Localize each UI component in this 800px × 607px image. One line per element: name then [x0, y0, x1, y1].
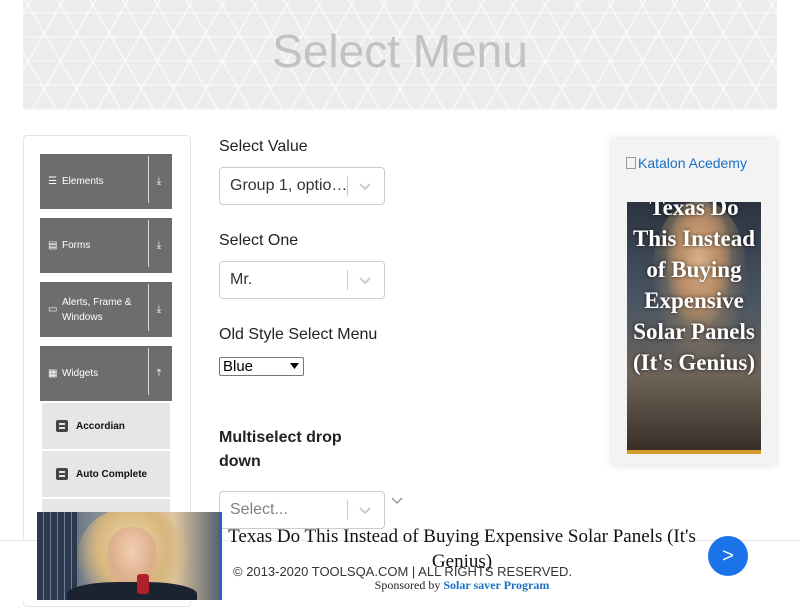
doc-icon: [56, 468, 68, 480]
bottom-ad-headline[interactable]: Texas Do This Instead of Buying Expensiv…: [227, 524, 697, 574]
broken-image-icon: [626, 157, 636, 169]
sidebar-group-label: Widgets: [62, 368, 99, 379]
download-icon[interactable]: ⤓: [149, 154, 169, 209]
sidebar-item-accordian[interactable]: Accordian: [42, 403, 170, 449]
multiselect-label: Multiselect drop down: [219, 429, 342, 470]
ad-image[interactable]: Texas Do This Instead of Buying Expensiv…: [627, 202, 761, 454]
old-style-select-value: Blue: [223, 358, 254, 375]
sidebar-group-label: Forms: [62, 240, 91, 251]
doc-icon: [56, 420, 68, 432]
sidebar-group-forms[interactable]: ▤ Forms ⤓: [40, 218, 172, 273]
ad-link[interactable]: Katalon Acedemy: [626, 155, 747, 171]
bottom-sticky-ad[interactable]: Texas Do This Instead of Buying Expensiv…: [37, 512, 800, 600]
sponsor-brand-link[interactable]: Solar saver Program: [443, 578, 549, 592]
select-one-label: Select One: [219, 232, 299, 249]
old-style-select[interactable]: Blue: [219, 357, 304, 376]
sidebar-group-label: Elements: [62, 176, 104, 187]
divider: [347, 176, 348, 196]
select-one-dropdown[interactable]: Mr.: [219, 261, 385, 299]
window-icon: ▭: [48, 304, 58, 315]
sidebar-group-elements[interactable]: ☰ Elements ⤓: [40, 154, 172, 209]
chevron-down-icon: [290, 363, 299, 369]
list-icon: ☰: [48, 176, 57, 187]
ad-thumbnail-microphone: [137, 574, 149, 594]
download-icon[interactable]: ⤓: [149, 218, 169, 273]
upload-icon[interactable]: ⤒: [149, 346, 169, 401]
ad-thumbnail-face: [107, 527, 157, 587]
page-title: Select Menu: [272, 25, 528, 77]
sidebar-group-label: Alerts, Frame & Windows: [62, 296, 132, 323]
ad-thumbnail-solar-panel: [37, 512, 77, 600]
form-icon: ▤: [48, 240, 58, 251]
page-header-banner: Select Menu: [23, 0, 777, 110]
old-style-select-label: Old Style Select Menu: [219, 326, 378, 343]
select-value-label: Select Value: [219, 138, 308, 155]
sidebar-item-label: Auto Complete: [76, 468, 148, 480]
sidebar-item-label: Accordian: [76, 420, 125, 432]
chevron-down-icon[interactable]: [357, 272, 373, 288]
chevron-down-icon[interactable]: [357, 178, 373, 194]
sidebar-group-alerts[interactable]: ▭ Alerts, Frame & Windows ⤓: [40, 282, 172, 337]
go-arrow-button[interactable]: >: [708, 536, 748, 576]
sidebar-group-widgets[interactable]: ▦ Widgets ⤒: [40, 346, 172, 401]
select-one-current: Mr.: [230, 271, 253, 288]
ad-widget: Katalon Acedemy Texas Do This Instead of…: [612, 139, 776, 465]
sidebar-item-auto-complete[interactable]: Auto Complete: [42, 451, 170, 497]
divider: [347, 270, 348, 290]
ad-headline: Texas Do This Instead of Buying Expensiv…: [632, 202, 756, 375]
bottom-ad-sponsor: Sponsored by Solar saver Program: [227, 578, 697, 593]
ad-thumbnail-shirt: [67, 582, 197, 600]
chevron-down-icon: [391, 497, 403, 504]
ad-link-text: Katalon Acedemy: [638, 155, 747, 171]
grid-icon: ▦: [48, 368, 58, 379]
select-value-dropdown[interactable]: Group 1, optio…: [219, 167, 385, 205]
sponsored-by-text: Sponsored by: [374, 578, 441, 592]
download-icon[interactable]: ⤓: [149, 282, 169, 337]
ad-thumbnail[interactable]: [37, 512, 222, 600]
select-value-current: Group 1, optio…: [230, 177, 348, 194]
